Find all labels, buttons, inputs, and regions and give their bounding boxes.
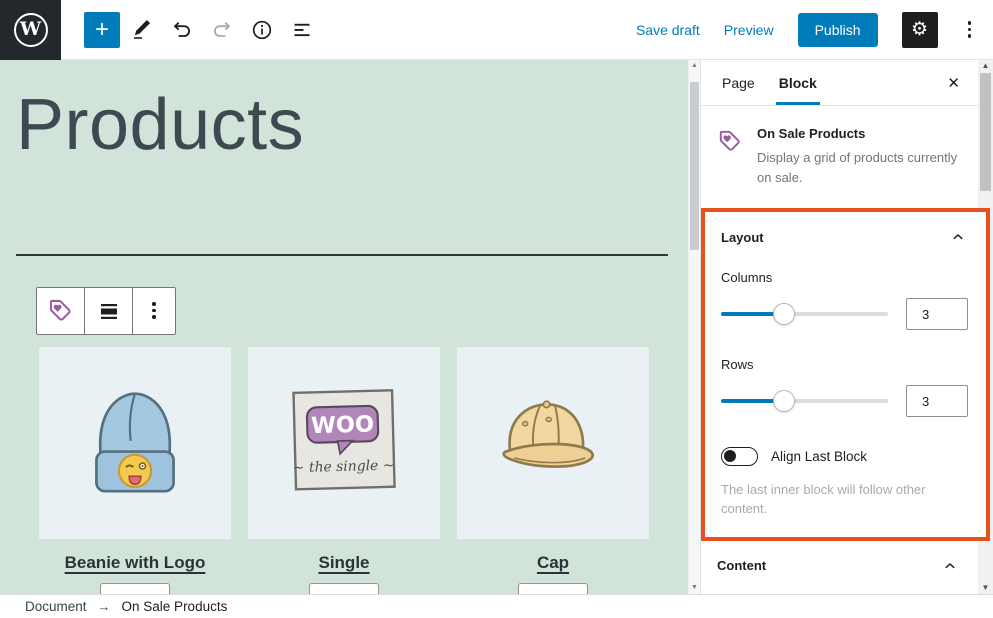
scroll-up-icon[interactable]: ▲ bbox=[689, 61, 700, 71]
publish-button[interactable]: Publish bbox=[798, 13, 878, 47]
list-view-button[interactable] bbox=[284, 12, 320, 48]
columns-slider-thumb[interactable] bbox=[773, 303, 795, 325]
product-card: Beanie with Logo bbox=[39, 347, 231, 594]
tutorial-highlight-frame: Layout Columns Rows bbox=[701, 208, 990, 541]
close-icon: ✕ bbox=[947, 75, 960, 92]
album-single-text: ~ the single ~ bbox=[293, 457, 395, 476]
product-price-badge[interactable] bbox=[100, 583, 170, 594]
info-icon bbox=[250, 18, 274, 42]
columns-control bbox=[721, 298, 968, 330]
breadcrumb-document[interactable]: Document bbox=[25, 599, 87, 614]
edit-mode-button[interactable] bbox=[124, 12, 160, 48]
top-bar-actions: Save draft Preview Publish ⚙ bbox=[636, 12, 977, 48]
rows-slider[interactable] bbox=[721, 389, 888, 413]
pencil-icon bbox=[130, 18, 154, 42]
block-description-card: On Sale Products Display a grid of produ… bbox=[701, 106, 978, 203]
layout-panel-title: Layout bbox=[721, 230, 764, 245]
columns-slider[interactable] bbox=[721, 302, 888, 326]
block-description: Display a grid of products currently on … bbox=[757, 148, 962, 187]
save-draft-button[interactable]: Save draft bbox=[636, 22, 700, 38]
columns-label: Columns bbox=[721, 270, 968, 285]
breadcrumb-bar: Document → On Sale Products bbox=[0, 594, 993, 618]
undo-icon bbox=[170, 18, 194, 42]
product-title-link[interactable]: Cap bbox=[537, 553, 569, 573]
album-woo-text: WOO bbox=[311, 411, 375, 439]
align-last-block-toggle[interactable] bbox=[721, 447, 758, 466]
product-tag-heart-icon bbox=[717, 128, 743, 154]
scroll-down-icon[interactable]: ▼ bbox=[689, 583, 700, 593]
product-price-badge[interactable] bbox=[309, 583, 379, 594]
product-image-beanie[interactable] bbox=[39, 347, 231, 539]
scroll-up-icon[interactable]: ▲ bbox=[978, 61, 993, 71]
preview-button[interactable]: Preview bbox=[724, 22, 774, 38]
editor-scrollbar[interactable]: ▲ ▼ bbox=[688, 60, 700, 594]
rows-control bbox=[721, 385, 968, 417]
rows-slider-thumb[interactable] bbox=[773, 390, 795, 412]
on-sale-products-grid: Beanie with Logo WOO ~ the single ~ bbox=[39, 347, 688, 594]
block-align-button[interactable] bbox=[85, 288, 133, 334]
tab-block[interactable]: Block bbox=[776, 60, 820, 105]
toggle-knob bbox=[724, 450, 736, 462]
sidebar-tabs: Page Block ✕ bbox=[701, 60, 978, 106]
block-type-button[interactable] bbox=[37, 288, 85, 334]
columns-input[interactable] bbox=[906, 298, 968, 330]
wordpress-admin-button[interactable]: W bbox=[0, 0, 61, 60]
kebab-icon bbox=[968, 21, 972, 38]
align-last-block-help: The last inner block will follow other c… bbox=[721, 481, 968, 519]
undo-button[interactable] bbox=[164, 12, 200, 48]
plus-icon: + bbox=[95, 16, 109, 44]
redo-button[interactable] bbox=[204, 12, 240, 48]
product-card: Cap bbox=[457, 347, 649, 594]
product-image-cap[interactable] bbox=[457, 347, 649, 539]
block-options-button[interactable] bbox=[133, 288, 175, 334]
beanie-illustration-icon bbox=[60, 368, 210, 518]
product-price-badge[interactable] bbox=[518, 583, 588, 594]
separator-block[interactable] bbox=[16, 254, 668, 256]
product-image-single[interactable]: WOO ~ the single ~ bbox=[248, 347, 440, 539]
breadcrumb-arrow-icon: → bbox=[98, 599, 111, 614]
content-panel-header[interactable]: Content bbox=[717, 556, 960, 576]
sidebar-scrollbar-thumb[interactable] bbox=[980, 73, 991, 191]
block-toolbar bbox=[36, 287, 176, 335]
close-sidebar-button[interactable]: ✕ bbox=[943, 70, 964, 96]
list-view-icon bbox=[290, 18, 314, 42]
kebab-icon bbox=[152, 302, 156, 319]
align-last-block-control: Align Last Block bbox=[721, 447, 968, 466]
chevron-up-icon bbox=[940, 556, 960, 576]
block-inserter-button[interactable]: + bbox=[84, 12, 120, 48]
align-last-block-label: Align Last Block bbox=[771, 449, 867, 464]
content-panel-title: Content bbox=[717, 558, 766, 573]
breadcrumb-on-sale-products[interactable]: On Sale Products bbox=[122, 599, 228, 614]
block-name: On Sale Products bbox=[757, 126, 962, 141]
product-title-link[interactable]: Single bbox=[318, 553, 369, 573]
gear-icon: ⚙ bbox=[911, 18, 928, 41]
product-card: WOO ~ the single ~ Single bbox=[248, 347, 440, 594]
editor-main-region: Products bbox=[0, 60, 993, 594]
settings-button[interactable]: ⚙ bbox=[902, 12, 938, 48]
details-button[interactable] bbox=[244, 12, 280, 48]
chevron-up-icon bbox=[948, 227, 968, 247]
editor-canvas: Products bbox=[0, 60, 688, 594]
rows-label: Rows bbox=[721, 357, 968, 372]
rows-input[interactable] bbox=[906, 385, 968, 417]
editor-scrollbar-thumb[interactable] bbox=[690, 82, 699, 250]
editor-top-bar: W + Save draft bbox=[0, 0, 993, 60]
album-illustration-icon: WOO ~ the single ~ bbox=[269, 368, 419, 518]
layout-panel: Layout Columns Rows bbox=[705, 212, 986, 537]
page-title-block[interactable]: Products bbox=[16, 85, 688, 166]
scroll-down-icon[interactable]: ▼ bbox=[978, 583, 993, 593]
align-icon bbox=[97, 299, 121, 323]
tab-page[interactable]: Page bbox=[719, 60, 758, 105]
more-options-button[interactable] bbox=[962, 15, 978, 44]
layout-panel-header[interactable]: Layout bbox=[721, 227, 968, 247]
wordpress-logo-icon: W bbox=[14, 13, 48, 47]
redo-icon bbox=[210, 18, 234, 42]
product-title-link[interactable]: Beanie with Logo bbox=[65, 553, 206, 573]
cap-illustration-icon bbox=[478, 368, 628, 518]
settings-sidebar: Page Block ✕ On Sale Products Display a … bbox=[700, 60, 978, 594]
product-tag-heart-icon bbox=[47, 297, 74, 324]
